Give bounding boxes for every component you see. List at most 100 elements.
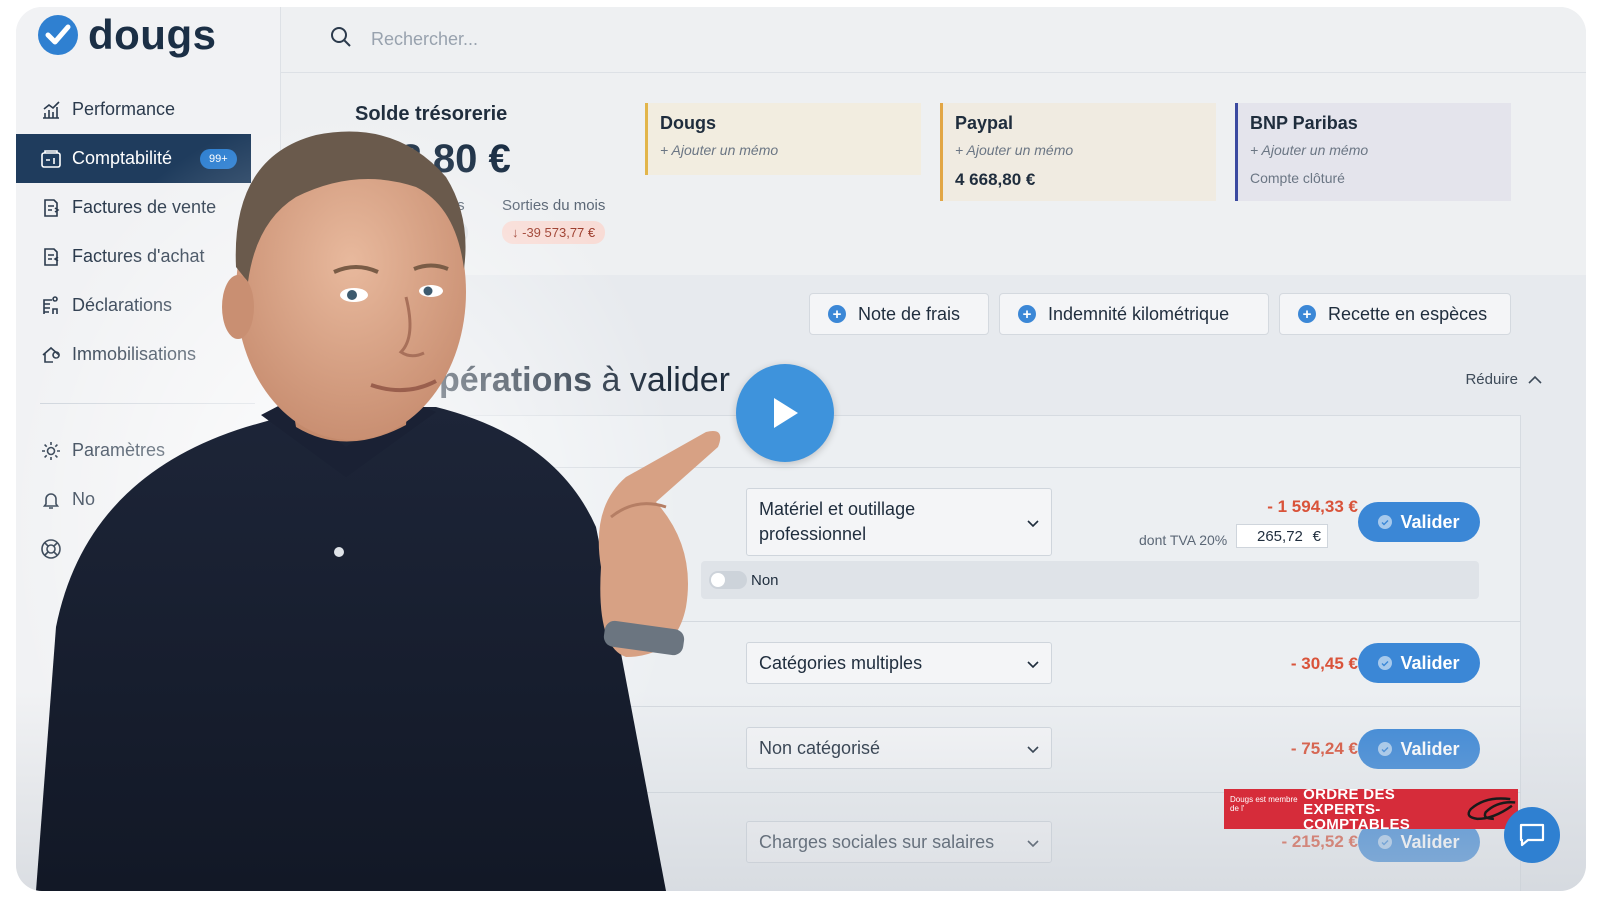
play-icon [774, 398, 798, 428]
chart-icon [40, 99, 62, 121]
toggle-label: Non [751, 572, 779, 589]
brand-name: dougs [88, 11, 217, 58]
declaration-icon [40, 295, 62, 317]
top-header [281, 7, 1586, 73]
chevron-down-icon [1027, 653, 1039, 674]
check-icon [1378, 835, 1393, 849]
sidebar-item-parametres[interactable]: Paramètres [16, 426, 281, 475]
add-memo-link[interactable]: + Ajouter un mémo [660, 142, 909, 158]
chevron-down-icon [1027, 510, 1039, 535]
chevron-down-icon [1027, 832, 1039, 853]
sidebar-item-label: Paramètres [72, 440, 166, 460]
row-divider [431, 621, 1521, 622]
gear-icon [40, 440, 62, 462]
bell-icon [40, 489, 62, 511]
search-bar[interactable] [329, 25, 631, 54]
invoice-out-icon [40, 197, 62, 219]
chat-button[interactable] [1504, 807, 1560, 863]
date-group-label: 024 [451, 425, 478, 442]
sidebar-item-factures-vente[interactable]: Factures de vente [16, 183, 281, 232]
invoice-in-icon [40, 246, 62, 268]
sidebar-divider [40, 403, 255, 404]
sidebar-item-label: Performance [72, 99, 176, 119]
indemnite-km-button[interactable]: + Indemnité kilométrique [999, 293, 1269, 335]
account-balance: 4 668,80 € [955, 170, 1036, 189]
plus-icon: + [1298, 305, 1316, 323]
sidebar-nav: Performance Comptabilité 99+ Factures de… [16, 85, 281, 573]
note-de-frais-button[interactable]: + Note de frais [809, 293, 989, 335]
valider-button[interactable]: Valider [1358, 643, 1480, 683]
treasury-title: Solde trésorerie [355, 103, 508, 125]
category-select[interactable]: Charges sociales sur salaires [746, 821, 1052, 863]
sidebar-item-immobilisations[interactable]: Immobilisations [16, 330, 281, 379]
account-name: Dougs [660, 113, 716, 133]
operation-amount: - 30,45 € [1290, 654, 1358, 673]
toggle-switch[interactable] [709, 571, 747, 589]
brand-logo[interactable]: dougs [38, 11, 216, 59]
category-select[interactable]: Non catégorisé [746, 727, 1052, 769]
operation-amount: - 75,24 € [1290, 739, 1358, 758]
count-badge: 99+ [200, 148, 237, 169]
category-select[interactable]: Catégories multiples [746, 642, 1052, 684]
tva-label: dont TVA 20% [1139, 532, 1228, 548]
sidebar-item-factures-achat[interactable]: Factures d'achat [16, 232, 281, 281]
check-icon [1378, 656, 1393, 670]
entries-pill: € [441, 221, 469, 244]
check-logo-icon [38, 15, 78, 55]
ledger-icon [40, 148, 62, 170]
sidebar-footer-text: er S déri [120, 812, 148, 849]
plus-icon: + [1018, 305, 1036, 323]
sidebar-item-label: Factures d'achat [72, 246, 205, 266]
account-card-paypal[interactable]: Paypal + Ajouter un mémo 4 668,80 € [940, 103, 1216, 201]
sidebar-item-comptabilite[interactable]: Comptabilité 99+ [16, 134, 251, 183]
video-thumbnail-frame[interactable]: dougs Performance Comptabilité 99+ Factu… [16, 7, 1586, 891]
play-button[interactable] [736, 364, 834, 462]
tva-input[interactable]: 265,72 € [1236, 524, 1328, 548]
valider-button[interactable]: Valider [1358, 502, 1480, 542]
entries-label: mois [433, 197, 465, 214]
sidebar-item-performance[interactable]: Performance [16, 85, 281, 134]
sidebar-item-label: Immobilisations [72, 344, 197, 364]
recette-especes-button[interactable]: + Recette en espèces [1279, 293, 1511, 335]
exits-label: Sorties du mois [502, 197, 606, 214]
sidebar: dougs Performance Comptabilité 99+ Factu… [16, 7, 281, 891]
account-status: Compte clôturé [1250, 170, 1345, 186]
treasury-panel: Solde trésorerie 668,80 € mois € Sorties… [281, 73, 1586, 275]
category-select[interactable]: Matériel et outillage professionnel [746, 488, 1052, 556]
check-icon [1378, 742, 1393, 756]
search-icon [329, 25, 353, 54]
plus-icon: + [828, 305, 846, 323]
exits-pill: ↓ -39 573,77 € [502, 221, 606, 244]
sidebar-item-label: Déclarations [72, 295, 173, 315]
chevron-up-icon [1528, 371, 1542, 388]
search-input[interactable] [371, 29, 631, 50]
add-memo-link[interactable]: + Ajouter un mémo [1250, 142, 1499, 158]
help-icon [40, 538, 62, 560]
row-divider [431, 706, 1521, 707]
add-memo-link[interactable]: + Ajouter un mémo [955, 142, 1204, 158]
operation-amount: - 215,52 € [1281, 832, 1358, 851]
sidebar-item-label: Comptabilité [72, 148, 173, 168]
sidebar-item-label: No [72, 489, 96, 509]
check-icon [1378, 515, 1393, 529]
account-card-bnp[interactable]: BNP Paribas + Ajouter un mémo Compte clô… [1235, 103, 1511, 201]
account-card-dougs[interactable]: Dougs + Ajouter un mémo [645, 103, 921, 175]
sidebar-item-declarations[interactable]: Déclarations [16, 281, 281, 330]
ordre-experts-comptables-badge: Dougs est membre de l' ORDRE DES EXPERTS… [1224, 787, 1518, 832]
row-divider [431, 467, 1521, 468]
sidebar-item-help[interactable] [16, 524, 281, 573]
arrow-down-icon: ↓ [512, 225, 523, 240]
reduce-toggle[interactable]: Réduire [1465, 371, 1542, 388]
account-name: Paypal [955, 113, 1014, 133]
sidebar-item-notifications[interactable]: No [16, 475, 281, 524]
operation-amount: - 1 594,33 € [1267, 497, 1358, 516]
asset-icon [40, 344, 62, 366]
sidebar-item-label: Factures de vente [72, 197, 217, 217]
chat-icon [1519, 823, 1545, 847]
operations-title: pérations à valider [439, 361, 731, 399]
chevron-down-icon [1027, 738, 1039, 759]
valider-button[interactable]: Valider [1358, 729, 1480, 769]
treasury-amount: 668,80 € [355, 137, 511, 181]
account-name: BNP Paribas [1250, 113, 1358, 133]
toggle-row [701, 561, 1479, 599]
